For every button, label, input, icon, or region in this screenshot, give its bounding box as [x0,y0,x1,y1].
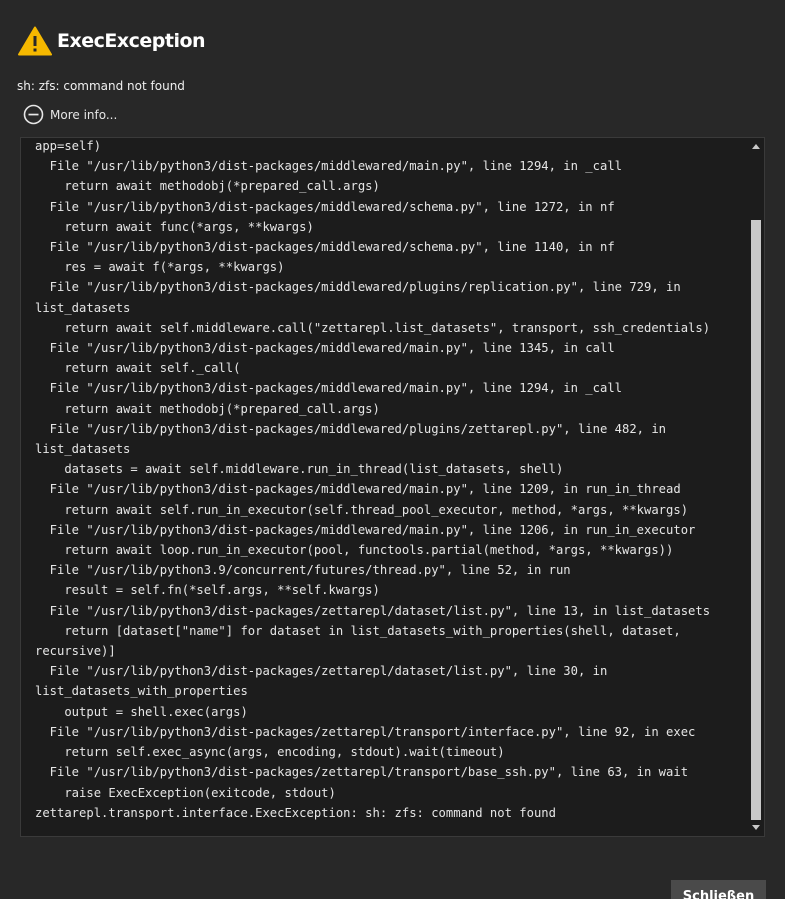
scrollbar-thumb[interactable] [751,220,761,820]
trace-line: app=self) [35,139,102,153]
trace-line: File "/usr/lib/python3/dist-packages/zet… [35,765,689,780]
minus-circle-icon [23,104,44,125]
trace-line: File "/usr/lib/python3/dist-packages/mid… [35,482,681,497]
trace-line: File "/usr/lib/python3/dist-packages/mid… [35,522,696,537]
trace-line: return await self.middleware.call("zetta… [35,320,711,335]
trace-line: zettarepl.transport.interface.ExecExcept… [35,805,556,820]
trace-line: File "/usr/lib/python3/dist-packages/mid… [35,199,615,214]
error-dialog: ExecException sh: zfs: command not found… [0,0,785,899]
trace-line: res = await f(*args, **kwargs) [35,260,285,275]
more-info-toggle[interactable]: More info... [23,104,117,125]
trace-line: return await methodobj(*prepared_call.ar… [35,179,380,194]
trace-line: return await self._call( [35,361,241,376]
trace-line: return [dataset["name"] for dataset in l… [35,623,681,638]
stack-trace-panel[interactable]: app=self) File "/usr/lib/python3/dist-pa… [20,137,765,837]
trace-line: output = shell.exec(args) [35,704,248,719]
trace-line: recursive)] [35,644,116,659]
trace-line: File "/usr/lib/python3/dist-packages/zet… [35,603,711,618]
warning-icon [18,26,52,56]
trace-line: File "/usr/lib/python3/dist-packages/mid… [35,421,667,436]
stack-trace-text: app=self) File "/usr/lib/python3/dist-pa… [35,138,747,823]
trace-line: File "/usr/lib/python3/dist-packages/mid… [35,159,622,174]
trace-line: File "/usr/lib/python3/dist-packages/zet… [35,664,608,679]
scroll-up-arrow-icon[interactable] [752,144,760,149]
trace-line: return await self.run_in_executor(self.t… [35,502,689,517]
dialog-header: ExecException [18,26,206,56]
error-message: sh: zfs: command not found [17,79,185,93]
close-button[interactable]: Schließen [671,880,766,899]
vertical-scrollbar[interactable] [748,138,764,836]
trace-line: File "/usr/lib/python3/dist-packages/mid… [35,381,622,396]
trace-line: File "/usr/lib/python3.9/concurrent/futu… [35,563,571,578]
trace-line: list_datasets [35,300,131,315]
trace-line: return await methodobj(*prepared_call.ar… [35,401,380,416]
trace-line: return self.exec_async(args, encoding, s… [35,745,505,760]
trace-line: raise ExecException(exitcode, stdout) [35,785,336,800]
trace-line: File "/usr/lib/python3/dist-packages/mid… [35,341,615,356]
trace-line: list_datasets_with_properties [35,684,248,699]
scroll-down-arrow-icon[interactable] [752,825,760,830]
more-info-label: More info... [50,107,118,122]
trace-line: result = self.fn(*self.args, **self.kwar… [35,583,380,598]
trace-line: list_datasets [35,442,131,457]
trace-line: File "/usr/lib/python3/dist-packages/mid… [35,240,615,255]
trace-line: File "/usr/lib/python3/dist-packages/zet… [35,724,696,739]
trace-line: return await func(*args, **kwargs) [35,219,314,234]
trace-line: return await loop.run_in_executor(pool, … [35,543,674,558]
trace-line: datasets = await self.middleware.run_in_… [35,462,564,477]
trace-line: File "/usr/lib/python3/dist-packages/mid… [35,280,681,295]
dialog-title: ExecException [57,30,206,52]
